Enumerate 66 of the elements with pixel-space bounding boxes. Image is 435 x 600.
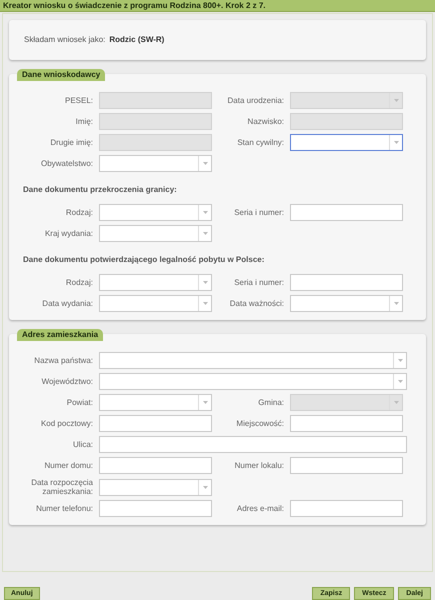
dropdown-field[interactable] <box>99 478 212 496</box>
field-label: Seria i numer: <box>233 278 285 287</box>
dropdown-arrow-icon <box>198 296 211 311</box>
input-field[interactable] <box>99 436 407 453</box>
field-label: Numer domu: <box>44 461 94 470</box>
field-label: Gmina: <box>257 398 285 407</box>
input-field[interactable] <box>290 457 403 474</box>
field-label: Adres e-mail: <box>236 504 285 513</box>
field-label: Numer telefonu: <box>35 504 94 513</box>
dropdown-arrow-icon <box>393 353 406 368</box>
field-label: Data ważności: <box>228 299 285 308</box>
dropdown-field[interactable] <box>99 204 212 221</box>
field-label: Ulica: <box>72 440 94 449</box>
dropdown-field[interactable] <box>99 295 212 312</box>
dropdown-arrow-icon <box>198 205 211 220</box>
field-label: Drugie imię: <box>49 138 94 147</box>
field-label: Powiat: <box>66 398 94 407</box>
input-field[interactable] <box>290 274 403 291</box>
dropdown-field[interactable] <box>290 295 403 312</box>
field-label: Data rozpoczęcia zamieszkania: <box>30 478 94 496</box>
field-label: PESEL: <box>64 96 94 105</box>
field-label: Stan cywilny: <box>236 138 285 147</box>
field-label: Kraj wydania: <box>44 229 94 238</box>
group-heading: Dane dokumentu przekroczenia granicy: <box>22 184 178 196</box>
dropdown-field[interactable] <box>99 352 407 369</box>
dropdown-arrow-icon <box>393 374 406 389</box>
field-label: Data wydania: <box>41 299 94 308</box>
input-field[interactable] <box>290 500 403 517</box>
section-title: Dane wnioskodawcy <box>17 69 106 81</box>
dropdown-arrow-icon <box>198 226 211 241</box>
field-label: Rodzaj: <box>64 208 94 217</box>
input-field[interactable] <box>290 415 403 432</box>
field-label: Data urodzenia: <box>226 96 285 105</box>
field-label: Rodzaj: <box>64 278 94 287</box>
dropdown-arrow-icon <box>198 156 211 171</box>
input-field[interactable] <box>99 457 212 474</box>
field-label: Kod pocztowy: <box>40 419 94 428</box>
section-title: Adres zamieszkania <box>17 329 104 341</box>
dropdown-arrow-icon <box>389 135 402 150</box>
group-heading: Dane dokumentu potwierdzającego legalność pobytu w Polsce: <box>22 254 266 266</box>
field-label: Miejscowość: <box>235 419 285 428</box>
input-field[interactable] <box>290 204 403 221</box>
dropdown-field[interactable] <box>99 394 212 411</box>
dropdown-field[interactable] <box>290 134 403 151</box>
input-field[interactable] <box>99 500 212 517</box>
applicant-label: Składam wniosek jako: <box>24 34 106 46</box>
dropdown-arrow-icon <box>198 275 211 290</box>
window-title: Kreator wniosku o świadczenie z programu Rodzina 800+. Krok 2 z 7. <box>0 0 435 12</box>
input-field[interactable] <box>99 415 212 432</box>
applicant-value: Rodzic (SW-R) <box>109 34 164 46</box>
dropdown-field[interactable] <box>99 274 212 291</box>
dropdown-arrow-icon <box>198 480 211 494</box>
field-label: Seria i numer: <box>233 208 285 217</box>
dropdown-arrow-icon <box>389 93 402 108</box>
field-label: Województwo: <box>40 377 94 386</box>
field-label: Obywatelstwo: <box>40 159 94 168</box>
field-label: Nazwisko: <box>246 117 285 126</box>
dropdown-arrow-icon <box>389 296 402 311</box>
field-label: Nazwa państwa: <box>33 356 94 365</box>
dropdown-arrow-icon <box>389 395 402 410</box>
dropdown-field[interactable] <box>99 155 212 172</box>
dropdown-arrow-icon <box>198 395 211 410</box>
dropdown-field[interactable] <box>99 373 407 390</box>
field-label: Imię: <box>74 117 94 126</box>
field-label: Numer lokalu: <box>234 461 285 470</box>
dropdown-field[interactable] <box>99 225 212 242</box>
